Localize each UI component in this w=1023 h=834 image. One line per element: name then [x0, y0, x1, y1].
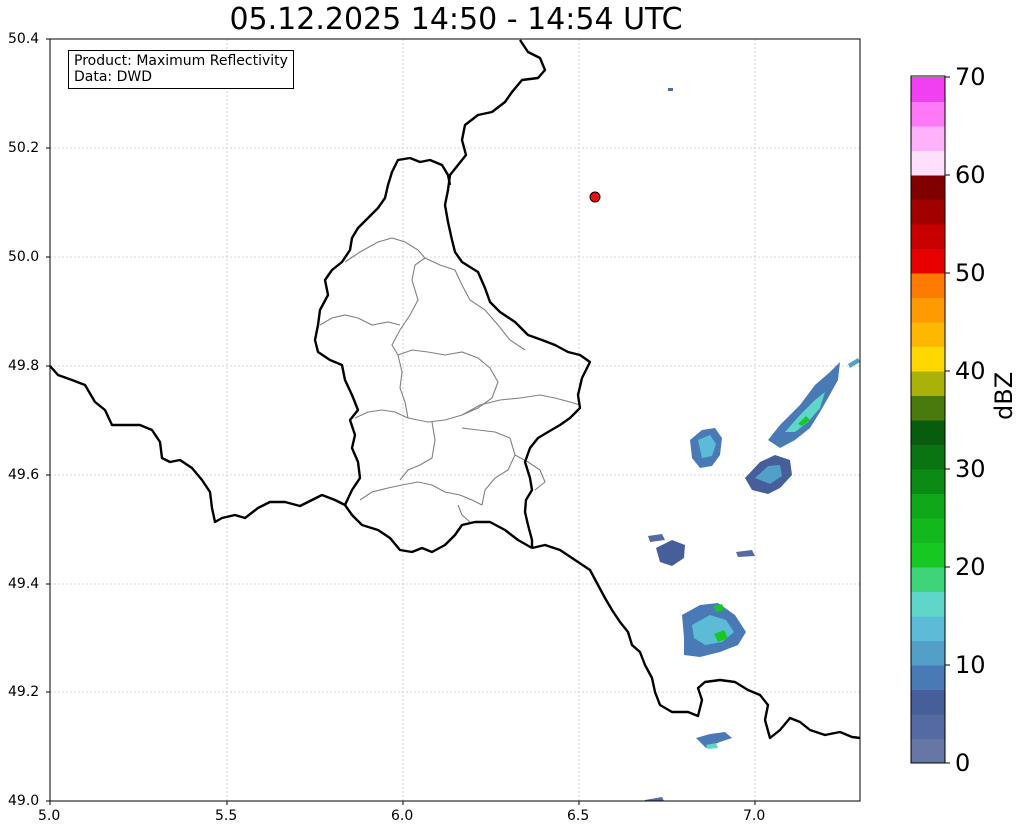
plot-area	[50, 39, 860, 801]
colorbar-tick-label: 70	[955, 63, 986, 91]
colorbar-segment	[911, 175, 945, 200]
radar-map	[46, 38, 950, 805]
colorbar-segment	[911, 689, 945, 715]
x-tick-label: 5.5	[215, 808, 238, 824]
colorbar-segment	[911, 346, 945, 372]
colorbar-segment	[911, 738, 945, 764]
colorbar-segment	[911, 273, 945, 298]
colorbar-segment	[911, 126, 945, 151]
x-tick-label: 6.0	[391, 808, 414, 824]
colorbar-segment	[911, 224, 945, 249]
colorbar-segment	[911, 493, 945, 519]
colorbar-segment	[911, 199, 945, 225]
echo-cell-north	[668, 88, 673, 91]
y-tick-label: 49.4	[8, 576, 40, 592]
colorbar-segment	[911, 665, 945, 690]
colorbar-tick-label: 0	[955, 749, 971, 777]
colorbar-tick-label: 10	[955, 651, 986, 679]
x-tick-label: 5.0	[38, 808, 61, 824]
colorbar-tick-label: 40	[955, 357, 986, 385]
colorbar-segment	[911, 616, 945, 641]
colorbar-segment	[911, 101, 945, 127]
product-info-box: Product: Maximum Reflectivity Data: DWD	[68, 50, 294, 89]
colorbar-segment	[911, 248, 945, 274]
colorbar-tick-label: 50	[955, 259, 986, 287]
data-source-label: Data: DWD	[74, 69, 152, 85]
y-tick-label: 50.4	[8, 31, 40, 47]
colorbar-segment	[911, 322, 945, 347]
colorbar-segment	[911, 714, 945, 739]
colorbar-ticks	[945, 76, 950, 764]
y-tick-label: 50.2	[8, 140, 40, 156]
y-tick-label: 50.0	[8, 249, 40, 265]
colorbar-tick-label: 20	[955, 553, 986, 581]
colorbar-segment	[911, 297, 945, 323]
colorbar-segment	[911, 567, 945, 592]
colorbar-segment	[911, 542, 945, 568]
colorbar-segment	[911, 591, 945, 617]
colorbar-segment	[911, 395, 945, 421]
colorbar	[911, 77, 945, 764]
colorbar-tick-label: 30	[955, 455, 986, 483]
colorbar-segment	[911, 420, 945, 445]
x-tick-label: 6.5	[567, 808, 590, 824]
product-label: Product: Maximum Reflectivity	[74, 53, 288, 69]
colorbar-segment	[911, 77, 945, 102]
colorbar-segment	[911, 444, 945, 470]
y-tick-label: 49.0	[8, 793, 40, 809]
colorbar-segment	[911, 518, 945, 543]
colorbar-segment	[911, 150, 945, 176]
colorbar-tick-label: 60	[955, 161, 986, 189]
location-marker	[589, 191, 601, 203]
y-tick-label: 49.6	[8, 467, 40, 483]
y-tick-label: 49.2	[8, 684, 40, 700]
colorbar-segment	[911, 469, 945, 494]
y-tick-label: 49.8	[8, 358, 40, 374]
colorbar-unit-label: dBZ	[990, 371, 1018, 420]
x-tick-label: 7.0	[743, 808, 766, 824]
colorbar-segment	[911, 371, 945, 396]
colorbar-segment	[911, 640, 945, 666]
